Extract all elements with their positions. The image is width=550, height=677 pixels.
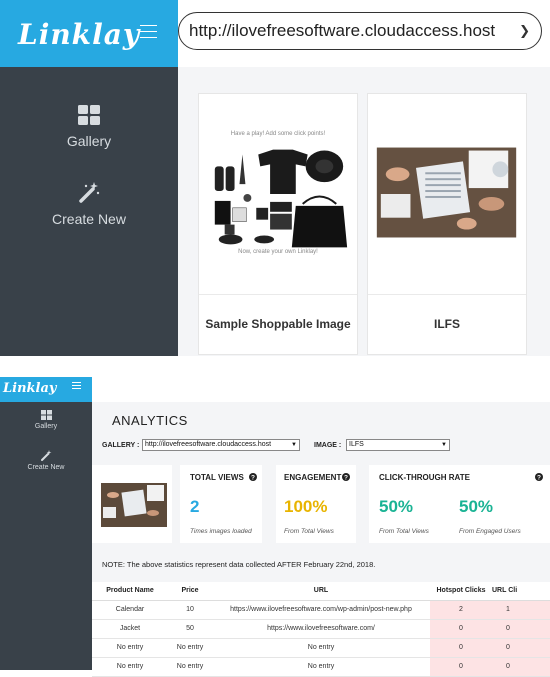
url-cell[interactable]: https://www.ilovefreesoftware.com/wp-adm… xyxy=(212,600,430,620)
table-row: No entry No entry No entry 0 0 xyxy=(92,657,550,677)
stat-label: TOTAL VIEWS xyxy=(190,473,244,482)
column-header: Hotspot Clicks xyxy=(430,582,492,601)
chevron-down-icon: ▼ xyxy=(441,442,447,448)
stat-label: CLICK-THROUGH RATE xyxy=(379,473,470,482)
sidebar-item-gallery[interactable]: Gallery xyxy=(0,410,92,430)
gallery-filter-label: GALLERY : xyxy=(102,442,140,449)
total-views-value: 2 xyxy=(190,497,200,516)
svg-text:?: ? xyxy=(537,475,541,481)
page-title: ANALYTICS xyxy=(112,413,188,428)
url-clicks-cell: 0 xyxy=(492,619,550,639)
website-select[interactable]: http://ilovefreesoftware.cloudaccess.hos… xyxy=(178,12,542,50)
analytics-table: Product Name Price URL Hotspot Clicks UR… xyxy=(92,582,550,677)
product-name-cell: Calendar xyxy=(92,600,168,620)
gallery-card-ilfs[interactable]: ILFS xyxy=(367,93,527,355)
image-select[interactable]: ILFS ▼ xyxy=(346,439,450,451)
hotspot-clicks-cell: 0 xyxy=(430,619,492,639)
url-cell: No entry xyxy=(212,638,430,658)
chevron-down-icon: ❯ xyxy=(519,23,530,38)
total-views-card: TOTAL VIEWS ? 2 Times images loaded xyxy=(180,465,262,543)
table-row: No entry No entry No entry 0 0 xyxy=(92,638,550,658)
selected-image-thumbnail xyxy=(101,483,167,527)
engagement-card: ENGAGEMENT ? 100% From Total Views xyxy=(276,465,356,543)
gallery-select-value: http://ilovefreesoftware.cloudaccess.hos… xyxy=(145,441,272,448)
url-clicks-cell: 0 xyxy=(492,657,550,677)
table-row: Calendar 10 https://www.ilovefreesoftwar… xyxy=(92,600,550,620)
card-divider xyxy=(368,294,526,295)
sidebar-item-label: Create New xyxy=(52,211,126,227)
card-caption-bottom: Now, create your own Linklay! xyxy=(238,249,318,255)
help-icon[interactable]: ? xyxy=(535,473,543,481)
magic-wand-icon xyxy=(40,450,51,461)
hotspot-clicks-cell: 0 xyxy=(430,638,492,658)
brand-bar: Linklay xyxy=(0,0,178,67)
sidebar: Gallery Create New xyxy=(0,67,178,356)
help-icon[interactable]: ? xyxy=(249,473,257,481)
table-row: Jacket 50 https://www.ilovefreesoftware.… xyxy=(92,619,550,639)
stat-label: ENGAGEMENT xyxy=(284,473,342,482)
url-clicks-cell: 1 xyxy=(492,600,550,620)
analytics-table-wrap: Product Name Price URL Hotspot Clicks UR… xyxy=(92,582,550,677)
product-name-cell: Jacket xyxy=(92,619,168,639)
engagement-sub: From Total Views xyxy=(284,528,334,535)
image-select-value: ILFS xyxy=(349,441,364,448)
gallery-select[interactable]: http://ilovefreesoftware.cloudaccess.hos… xyxy=(142,439,300,451)
click-through-rate-card: CLICK-THROUGH RATE ? 50% From Total View… xyxy=(369,465,550,543)
hamburger-menu-icon[interactable] xyxy=(72,382,81,389)
svg-text:?: ? xyxy=(344,475,348,481)
sidebar-item-create-new[interactable]: Create New xyxy=(0,181,178,227)
ctr-engaged-sub: From Engaged Users xyxy=(459,528,521,535)
brand-bar: Linklay xyxy=(0,377,92,402)
price-cell: 50 xyxy=(168,619,212,639)
sample-fashion-image xyxy=(214,149,348,248)
website-select-value: http://ilovefreesoftware.cloudaccess.hos… xyxy=(189,21,496,40)
card-divider xyxy=(199,294,357,295)
column-header: Product Name xyxy=(92,582,168,601)
sidebar-item-gallery[interactable]: Gallery xyxy=(0,105,178,149)
data-note: NOTE: The above statistics represent dat… xyxy=(102,560,376,569)
url-clicks-cell: 0 xyxy=(492,638,550,658)
ctr-total-value: 50% xyxy=(379,497,414,516)
total-views-sub: Times images loaded xyxy=(190,528,252,535)
sidebar-item-create-new[interactable]: Create New xyxy=(0,450,92,471)
url-cell: No entry xyxy=(212,657,430,677)
ctr-total-sub: From Total Views xyxy=(379,528,429,535)
sidebar: Gallery Create New xyxy=(0,402,92,670)
card-title[interactable]: ILFS xyxy=(368,317,526,331)
analytics-screen: Linklay Gallery Create New ANALYTICS GAL… xyxy=(0,377,550,677)
card-title[interactable]: Sample Shoppable Image xyxy=(199,317,357,331)
ilfs-image xyxy=(376,147,517,238)
selected-image-card xyxy=(92,465,172,543)
table-header-row: Product Name Price URL Hotspot Clicks UR… xyxy=(92,582,550,601)
sidebar-item-label: Create New xyxy=(27,464,65,471)
ctr-engaged-value: 50% xyxy=(459,497,494,516)
app-logo[interactable]: Linklay xyxy=(18,18,140,51)
image-filter-label: IMAGE : xyxy=(314,442,342,449)
chevron-down-icon: ▼ xyxy=(291,442,297,448)
sidebar-item-label: Gallery xyxy=(66,133,112,149)
price-cell: No entry xyxy=(168,657,212,677)
gallery-screen: Linklay http://ilovefreesoftware.cloudac… xyxy=(0,0,550,356)
column-header: URL xyxy=(212,582,430,601)
price-cell: No entry xyxy=(168,638,212,658)
hotspot-clicks-cell: 0 xyxy=(430,657,492,677)
svg-text:?: ? xyxy=(251,475,255,481)
product-name-cell: No entry xyxy=(92,638,168,658)
column-header: Price xyxy=(168,582,212,601)
sidebar-item-label: Gallery xyxy=(34,423,58,430)
hamburger-menu-icon[interactable] xyxy=(140,25,157,38)
engagement-value: 100% xyxy=(284,497,328,516)
analytics-main: ANALYTICS GALLERY : http://ilovefreesoft… xyxy=(92,402,550,677)
grid-icon xyxy=(78,105,100,125)
product-name-cell: No entry xyxy=(92,657,168,677)
app-logo[interactable]: Linklay xyxy=(3,381,56,396)
hotspot-clicks-cell: 2 xyxy=(430,600,492,620)
magic-wand-icon xyxy=(79,182,100,203)
help-icon[interactable]: ? xyxy=(342,473,350,481)
url-cell[interactable]: https://www.ilovefreesoftware.com/ xyxy=(212,619,430,639)
column-header: URL Cli xyxy=(492,582,550,601)
price-cell: 10 xyxy=(168,600,212,620)
grid-icon xyxy=(40,410,52,420)
gallery-card-sample[interactable]: Have a play! Add some click points! Now,… xyxy=(198,93,358,355)
